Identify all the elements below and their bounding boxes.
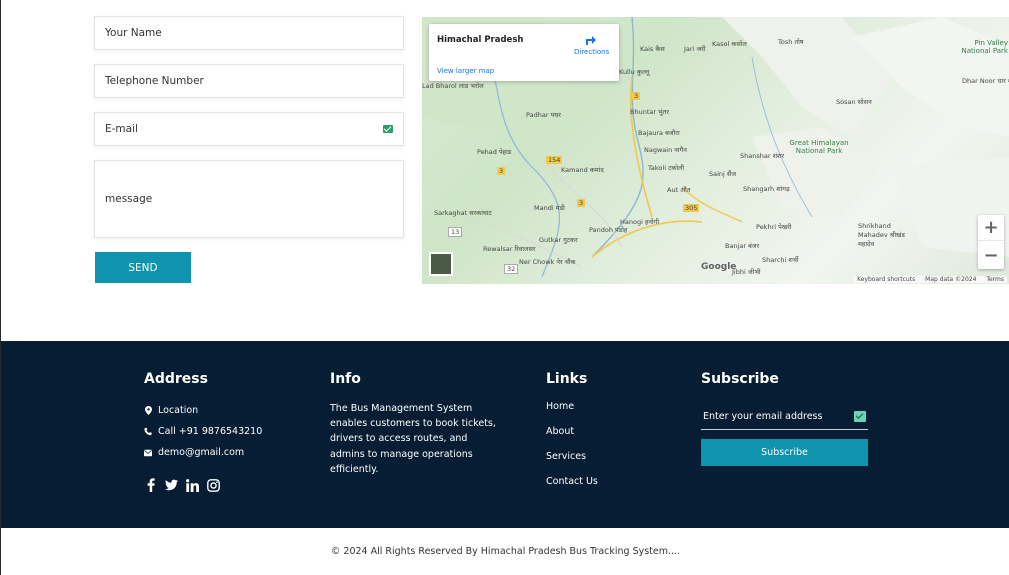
map-label: Kullu कुल्लू [619, 68, 650, 76]
footer-link-home[interactable]: Home [546, 401, 574, 412]
map-label: Kais कैस [640, 45, 665, 53]
road-badge: 3 [577, 199, 586, 207]
location-text: Location [158, 405, 199, 416]
map-label: Shanshar शंशर [740, 152, 785, 160]
send-button[interactable]: SEND [95, 252, 191, 283]
address-title: Address [144, 371, 208, 387]
road-badge: 3 [497, 167, 506, 175]
map-info-card: Himachal Pradesh Directions View larger … [429, 24, 619, 81]
linkedin-icon[interactable] [186, 478, 199, 492]
map-label: Padhar पधर [526, 111, 561, 119]
map-data-text: Map data ©2024 [925, 276, 977, 283]
contact-section: Your Name Telephone Number E-mail messag… [1, 0, 1009, 341]
google-logo: Google [701, 262, 737, 272]
email-text[interactable]: demo@gmail.com [158, 447, 244, 458]
social-links [144, 478, 220, 492]
directions-link[interactable]: Directions [574, 48, 609, 56]
map-label: Shangarh शांगढ़ [743, 185, 790, 193]
road-badge: 305 [683, 204, 700, 212]
map-label: Sarkaghat सरकाघाट [434, 209, 492, 217]
name-placeholder: Your Name [105, 27, 162, 39]
directions-icon[interactable] [582, 32, 598, 46]
footer-link-about[interactable]: About [546, 426, 574, 437]
subscribe-email-input[interactable]: Enter your email address [701, 403, 868, 430]
map-label: Pekhri पेखरी [756, 223, 792, 231]
twitter-icon[interactable] [165, 478, 178, 492]
map-label: Banjar बंजर [725, 242, 760, 250]
map-pin-icon [144, 406, 152, 415]
footer: Address Location Call +91 9876543210 dem… [1, 341, 1009, 528]
keyboard-shortcuts-link[interactable]: Keyboard shortcuts [857, 276, 915, 283]
facebook-icon[interactable] [144, 478, 157, 492]
footer-link-services[interactable]: Services [546, 451, 586, 462]
terms-link[interactable]: Terms [986, 276, 1004, 283]
map-label: Takoli टकोली [648, 164, 685, 172]
map-label: Great Himalayan National Park [789, 139, 849, 155]
map-label: Bajaura बजौरा [638, 129, 680, 137]
telephone-input[interactable]: Telephone Number [94, 64, 404, 98]
road-badge: 13 [448, 227, 463, 237]
copyright-text: © 2024 All Rights Reserved By Himachal P… [330, 546, 681, 557]
copyright-bar: © 2024 All Rights Reserved By Himachal P… [1, 528, 1009, 575]
map-label: Sharchi शर्ची [762, 256, 799, 264]
footer-link-contact[interactable]: Contact Us [546, 476, 598, 487]
email-autofill-icon[interactable] [383, 125, 393, 133]
embedded-map[interactable]: Himachal Pradesh Directions View larger … [422, 17, 1009, 284]
map-label: Dhar Noor धार नूर [962, 77, 1009, 85]
subscribe-title: Subscribe [701, 371, 779, 387]
view-larger-map-link[interactable]: View larger map [437, 67, 494, 75]
telephone-placeholder: Telephone Number [105, 75, 204, 87]
phone-row: Call +91 9876543210 [144, 426, 262, 437]
name-input[interactable]: Your Name [94, 16, 404, 50]
envelope-icon [144, 448, 152, 457]
email-placeholder: E-mail [105, 123, 138, 135]
info-title: Info [330, 371, 361, 387]
map-label: Kasol कसोल [712, 40, 747, 48]
email-input[interactable]: E-mail [94, 112, 404, 146]
road-badge: 154 [546, 156, 563, 164]
message-placeholder: message [105, 193, 153, 205]
email-autofill-icon[interactable] [854, 410, 866, 422]
info-description: The Bus Management System enables custom… [330, 403, 496, 475]
map-label: Mandi मंडी [534, 204, 565, 212]
map-attribution: Keyboard shortcuts Map data ©2024 Terms [854, 276, 1007, 283]
instagram-icon[interactable] [207, 478, 220, 492]
map-label: Pandoh पंडोह [589, 226, 628, 234]
map-label: Sosan सोसन [836, 98, 872, 106]
email-row: demo@gmail.com [144, 447, 244, 458]
road-badge: 3 [632, 92, 641, 100]
subscribe-button[interactable]: Subscribe [701, 439, 868, 466]
zoom-controls: + − [978, 215, 1004, 269]
phone-icon [144, 427, 152, 436]
map-label: Pehad पेहाड [477, 148, 512, 156]
map-label: Gutkar गुटकर [539, 236, 578, 244]
map-label: Shrikhand Mahadev श्रीखंड महादेव [858, 222, 905, 248]
map-label: Tosh तोष [778, 38, 804, 46]
map-label: Lad Bharol लाड भरोल [422, 82, 484, 90]
map-label: Ner Chowk नेर चौक [519, 258, 576, 266]
map-place-name: Himachal Pradesh [437, 35, 524, 45]
zoom-in-button[interactable]: + [978, 215, 1004, 241]
map-label: Kamand कमांद [561, 166, 604, 174]
message-textarea[interactable]: message [94, 160, 404, 238]
map-label: Bhuntar भुंतर [630, 108, 670, 116]
phone-text[interactable]: Call +91 9876543210 [158, 426, 262, 437]
map-label: Sainj सैंज [709, 170, 737, 178]
location-row: Location [144, 405, 198, 416]
satellite-toggle[interactable] [429, 252, 453, 276]
links-title: Links [546, 371, 588, 387]
road-badge: 32 [504, 264, 519, 274]
map-label: Pin Valley National Park [961, 39, 1008, 55]
subscribe-placeholder: Enter your email address [703, 410, 823, 422]
map-label: Rewalsar रिवालसर [483, 245, 536, 253]
map-label: Jari जरी [684, 45, 706, 53]
zoom-out-button[interactable]: − [978, 242, 1004, 268]
map-label: Aut औत [667, 186, 691, 194]
map-label: Nagwain नागैन [644, 146, 687, 154]
